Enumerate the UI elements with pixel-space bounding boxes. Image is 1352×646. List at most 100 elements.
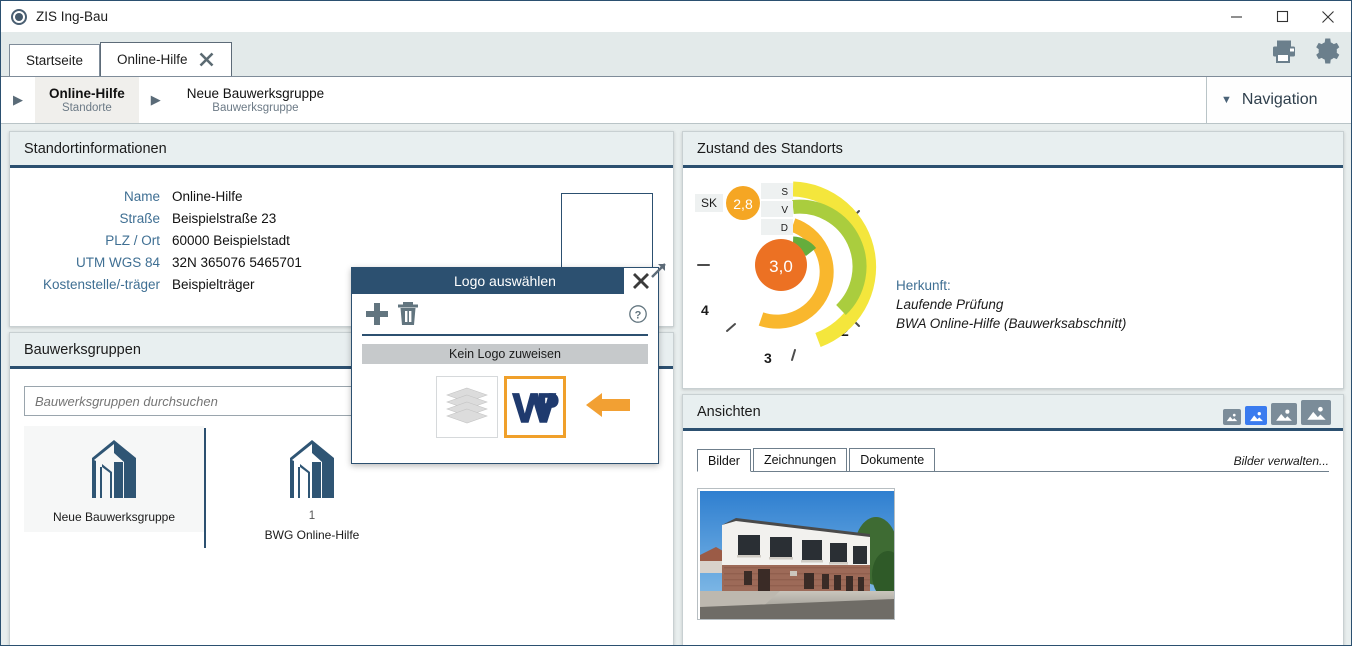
- image-size-xs-icon[interactable]: [1223, 409, 1241, 425]
- breadcrumb-arrow-icon[interactable]: ▶: [1, 77, 35, 123]
- dialog-resize-handle-icon[interactable]: [648, 260, 670, 285]
- breadcrumb-arrow-icon[interactable]: ▶: [139, 77, 173, 123]
- tab-strip-tools: [1269, 36, 1341, 66]
- kein-logo-zuweisen-label: Kein Logo zuweisen: [449, 347, 561, 361]
- tab-list: Startseite Online-Hilfe: [9, 42, 232, 76]
- window-controls: [1213, 1, 1351, 32]
- logo-auswaehlen-dialog: Logo auswählen: [351, 267, 659, 464]
- ring-label-plate: [761, 183, 793, 199]
- panel-body: 0 1 2 3 4: [683, 171, 1343, 388]
- view-size-toolbar: [1223, 400, 1331, 425]
- panel-header: Ansichten: [683, 395, 1343, 431]
- tab-zeichnungen[interactable]: Zeichnungen: [753, 448, 847, 471]
- ring-label-S: S: [781, 187, 788, 198]
- breadcrumb-item-title: Online-Hilfe: [49, 86, 125, 101]
- panel-title: Standortinformationen: [24, 141, 167, 157]
- image-size-l-icon[interactable]: [1301, 400, 1331, 425]
- stacked-building-logo: [443, 384, 491, 430]
- panel-body: Bilder Zeichnungen Dokumente Bilder verw…: [683, 434, 1343, 646]
- ring-label-D: D: [781, 223, 788, 234]
- tab-bilder-label: Bilder: [708, 454, 740, 468]
- building-icon: [78, 436, 150, 504]
- panel-zustand-des-standorts: Zustand des Standorts: [682, 131, 1344, 389]
- tab-close-icon[interactable]: [198, 51, 215, 68]
- field-label-name: Name: [10, 189, 160, 204]
- list-item-caption: BWG Online-Hilfe: [265, 528, 360, 542]
- dialog-title-bar: Logo auswählen: [352, 268, 658, 294]
- breadcrumb-item-online-hilfe[interactable]: Online-Hilfe Standorte: [35, 77, 139, 123]
- trash-icon[interactable]: [394, 299, 422, 329]
- app-circle-icon: [11, 9, 27, 25]
- panel-header: Standortinformationen: [10, 132, 673, 168]
- breadcrumb-bar: ▶ Online-Hilfe Standorte ▶ Neue Bauwerks…: [1, 77, 1351, 124]
- field-label-utm: UTM WGS 84: [10, 255, 160, 270]
- logo-thumb-wp[interactable]: [504, 376, 566, 438]
- title-bar: ZIS Ing-Bau: [1, 1, 1351, 32]
- settings-gear-icon[interactable]: [1311, 36, 1341, 66]
- ring-label-plate: [761, 219, 793, 235]
- image-size-s-icon[interactable]: [1245, 406, 1267, 425]
- list-item-caption: Neue Bauwerksgruppe: [53, 510, 175, 524]
- list-item-neue-bauwerksgruppe[interactable]: Neue Bauwerksgruppe: [24, 426, 204, 532]
- breadcrumb: ▶ Online-Hilfe Standorte ▶ Neue Bauwerks…: [1, 77, 338, 123]
- logo-thumbnail-list: [436, 376, 658, 438]
- tab-strip: Startseite Online-Hilfe: [1, 32, 1351, 77]
- tab-online-hilfe-label: Online-Hilfe: [117, 52, 188, 67]
- maximize-button[interactable]: [1259, 1, 1305, 32]
- image-size-m-icon[interactable]: [1271, 403, 1297, 425]
- herkunft-line-1: Laufende Prüfung: [896, 295, 1126, 314]
- tab-dokumente-label: Dokumente: [860, 453, 924, 467]
- dialog-title: Logo auswählen: [454, 273, 556, 289]
- tab-dokumente[interactable]: Dokumente: [849, 448, 935, 471]
- navigation-label: Navigation: [1242, 91, 1318, 109]
- workspace: Standortinformationen Name Online-Hilfe …: [1, 124, 1351, 645]
- window-title: ZIS Ing-Bau: [36, 9, 108, 24]
- dialog-divider: [362, 334, 648, 336]
- tab-zeichnungen-label: Zeichnungen: [764, 453, 836, 467]
- tab-bilder[interactable]: Bilder: [697, 449, 751, 472]
- breadcrumb-item-sub: Bauwerksgruppe: [212, 102, 298, 114]
- tab-online-hilfe[interactable]: Online-Hilfe: [100, 42, 232, 76]
- field-label-kostenstelle: Kostenstelle/-träger: [10, 277, 160, 292]
- print-icon[interactable]: [1269, 36, 1299, 66]
- gauge-tick-4: 4: [701, 302, 709, 318]
- panel-ansichten: Ansichten: [682, 394, 1344, 646]
- application-window: ZIS Ing-Bau Startseite Online-Hilfe: [0, 0, 1352, 646]
- panel-title: Ansichten: [697, 404, 761, 420]
- tab-startseite[interactable]: Startseite: [9, 44, 100, 76]
- svg-text:?: ?: [635, 310, 642, 322]
- building-photo: [700, 491, 894, 619]
- breadcrumb-item-neue-bauwerksgruppe[interactable]: Neue Bauwerksgruppe Bauwerksgruppe: [173, 77, 338, 123]
- minimize-button[interactable]: [1213, 1, 1259, 32]
- condition-gauge-chart: 0 1 2 3 4: [683, 171, 1343, 388]
- wp-logo: [510, 387, 560, 427]
- ansichten-subtabs: Bilder Zeichnungen Dokumente Bilder verw…: [697, 448, 1329, 472]
- list-separator: [204, 428, 206, 548]
- ring-label-V: V: [781, 205, 788, 216]
- gauge-center-value: 3,0: [769, 257, 793, 276]
- tab-startseite-label: Startseite: [26, 53, 83, 68]
- gauge-svg: 0 1 2 3 4: [689, 173, 909, 378]
- gauge-tick-3: 3: [764, 350, 772, 366]
- breadcrumb-item-sub: Standorte: [62, 102, 112, 114]
- help-icon[interactable]: ?: [628, 304, 648, 324]
- breadcrumb-item-title: Neue Bauwerksgruppe: [187, 86, 324, 101]
- close-button[interactable]: [1305, 1, 1351, 32]
- sk-label: SK: [701, 196, 717, 210]
- add-icon[interactable]: [362, 299, 392, 329]
- dialog-toolbar: ?: [352, 294, 658, 334]
- ring-label-plate: [761, 201, 793, 217]
- kein-logo-zuweisen-button[interactable]: Kein Logo zuweisen: [362, 344, 648, 364]
- herkunft-label: Herkunft:: [896, 276, 1126, 295]
- field-label-plz-ort: PLZ / Ort: [10, 233, 160, 248]
- herkunft-block: Herkunft: Laufende Prüfung BWA Online-Hi…: [896, 276, 1126, 333]
- panel-title: Zustand des Standorts: [697, 141, 843, 157]
- bilder-verwalten-link[interactable]: Bilder verwalten...: [1234, 454, 1329, 471]
- orange-arrow-pointer-icon: [584, 391, 632, 424]
- logo-thumb-stacked-building[interactable]: [436, 376, 498, 438]
- chevron-down-icon: ▼: [1221, 94, 1232, 106]
- panel-header: Zustand des Standorts: [683, 132, 1343, 168]
- field-label-strasse: Straße: [10, 211, 160, 226]
- navigation-toggle[interactable]: ▼ Navigation: [1206, 77, 1351, 123]
- image-thumbnail[interactable]: [697, 488, 895, 620]
